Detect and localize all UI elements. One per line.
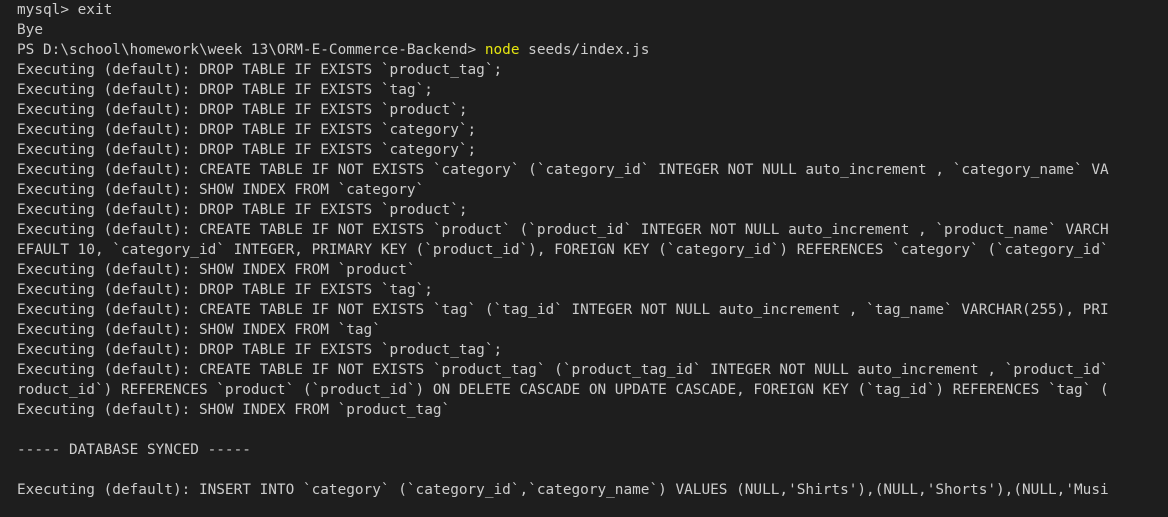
- terminal-line: Executing (default): DROP TABLE IF EXIST…: [17, 142, 477, 158]
- terminal-line: Executing (default): DROP TABLE IF EXIST…: [17, 62, 503, 78]
- terminal-line: Executing (default): CREATE TABLE IF NOT…: [17, 302, 1109, 318]
- prompt-command: node: [484, 42, 520, 58]
- terminal-prompt-line: PS D:\school\homework\week 13\ORM-E-Comm…: [0, 40, 1168, 60]
- terminal-line: Executing (default): SHOW INDEX FROM `ta…: [17, 322, 381, 338]
- terminal-line: Executing (default): CREATE TABLE IF NOT…: [17, 222, 1109, 238]
- terminal-output[interactable]: mysql> exit Bye PS D:\school\homework\we…: [0, 0, 1168, 517]
- terminal-line: Executing (default): CREATE TABLE IF NOT…: [17, 162, 1109, 178]
- terminal-line: Executing (default): DROP TABLE IF EXIST…: [17, 202, 468, 218]
- terminal-line: Executing (default): SHOW INDEX FROM `pr…: [17, 402, 451, 418]
- prompt-args: seeds/index.js: [519, 42, 650, 58]
- database-synced-message: ----- DATABASE SYNCED -----: [17, 442, 251, 458]
- terminal-line: Executing (default): DROP TABLE IF EXIST…: [17, 342, 503, 358]
- terminal-line: EFAULT 10, `category_id` INTEGER, PRIMAR…: [17, 242, 1109, 258]
- terminal-line: Executing (default): DROP TABLE IF EXIST…: [17, 282, 433, 298]
- terminal-line: Executing (default): INSERT INTO `catego…: [17, 482, 1109, 498]
- terminal-line: Bye: [17, 22, 43, 38]
- terminal-line: Executing (default): DROP TABLE IF EXIST…: [17, 122, 477, 138]
- prompt-path: PS D:\school\homework\week 13\ORM-E-Comm…: [17, 42, 485, 58]
- terminal-line: Executing (default): DROP TABLE IF EXIST…: [17, 82, 433, 98]
- terminal-line: Executing (default): CREATE TABLE IF NOT…: [17, 362, 1109, 378]
- terminal-line: mysql> exit: [17, 2, 113, 18]
- terminal-line: Executing (default): SHOW INDEX FROM `ca…: [17, 182, 425, 198]
- terminal-line: roduct_id`) REFERENCES `product` (`produ…: [17, 382, 1109, 398]
- terminal-line: Executing (default): SHOW INDEX FROM `pr…: [17, 262, 416, 278]
- terminal-line: Executing (default): DROP TABLE IF EXIST…: [17, 102, 468, 118]
